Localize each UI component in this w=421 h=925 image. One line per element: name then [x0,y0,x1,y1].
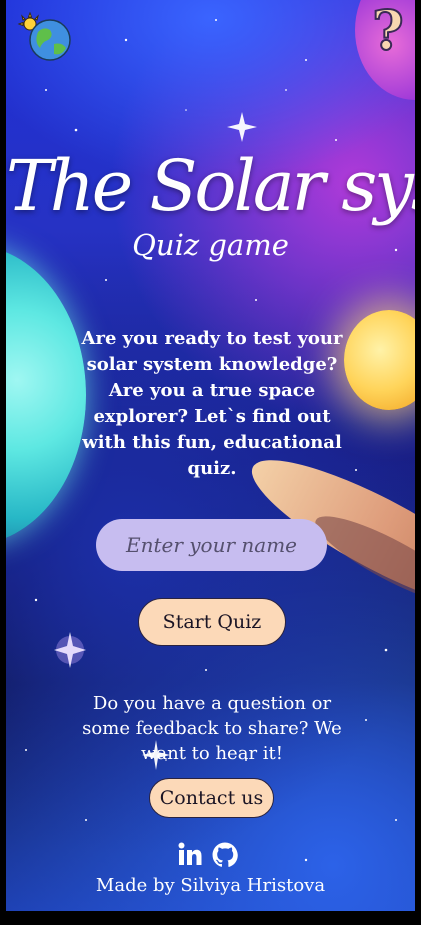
earth-with-sun-icon[interactable] [16,12,72,62]
intro-text: Are you ready to test your solar system … [81,328,343,479]
feedback-prompt: Do you have a question or some feedback … [82,693,342,764]
contact-us-button[interactable]: Contact us [149,778,274,818]
page-title: The Solar system [6,145,415,227]
page-background: ? The Solar system Quiz game Are you rea… [6,0,415,911]
github-icon[interactable] [212,842,238,867]
footer-credit: Made by Silviya Hristova [95,875,326,896]
question-mark-icon[interactable]: ? [366,1,410,59]
page-subtitle: Quiz game [132,228,289,262]
social-links [178,842,238,867]
linkedin-icon[interactable] [178,842,202,866]
start-quiz-button[interactable]: Start Quiz [138,598,286,646]
name-input[interactable] [96,519,327,571]
